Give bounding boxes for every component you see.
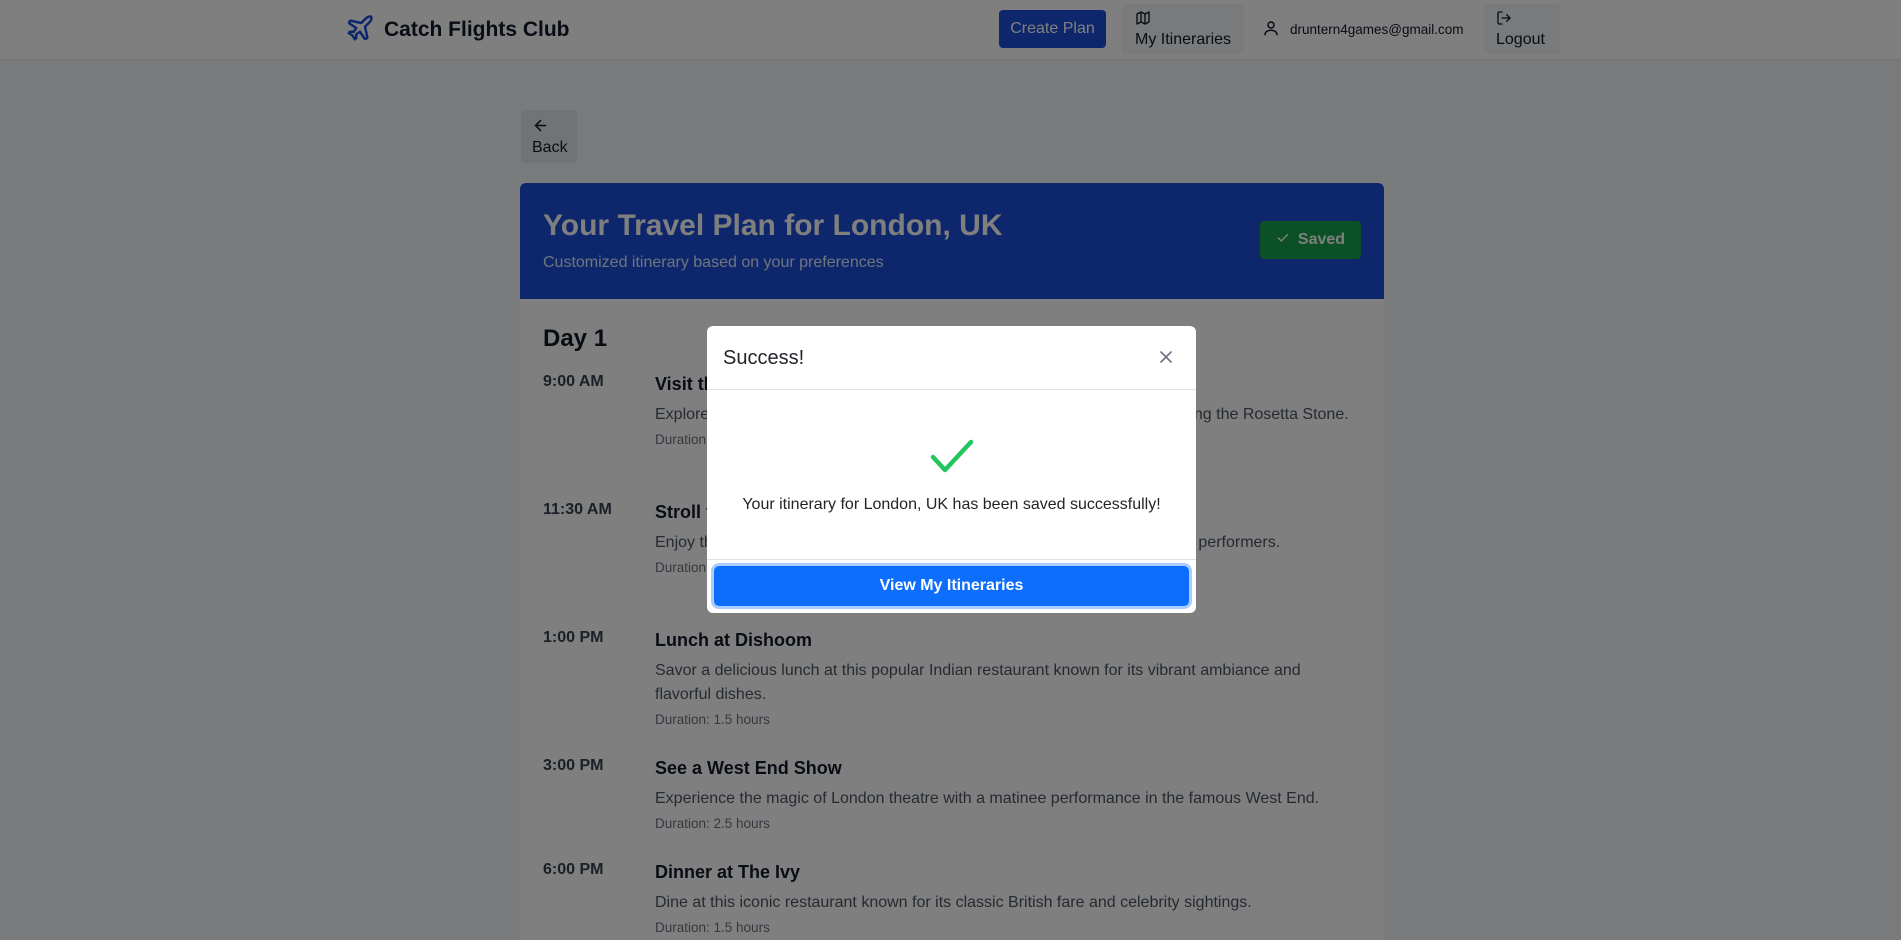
close-button[interactable] [1153, 346, 1179, 372]
success-check-icon [929, 436, 975, 476]
view-my-itineraries-button[interactable]: View My Itineraries [714, 566, 1189, 606]
modal-footer: View My Itineraries [707, 559, 1196, 613]
close-icon [1160, 350, 1172, 368]
modal-title: Success! [723, 347, 805, 369]
success-modal: Success! Your itinerary for London, UK h… [707, 326, 1196, 613]
modal-header: Success! [707, 326, 1196, 390]
success-message: Your itinerary for London, UK has been s… [742, 496, 1161, 513]
